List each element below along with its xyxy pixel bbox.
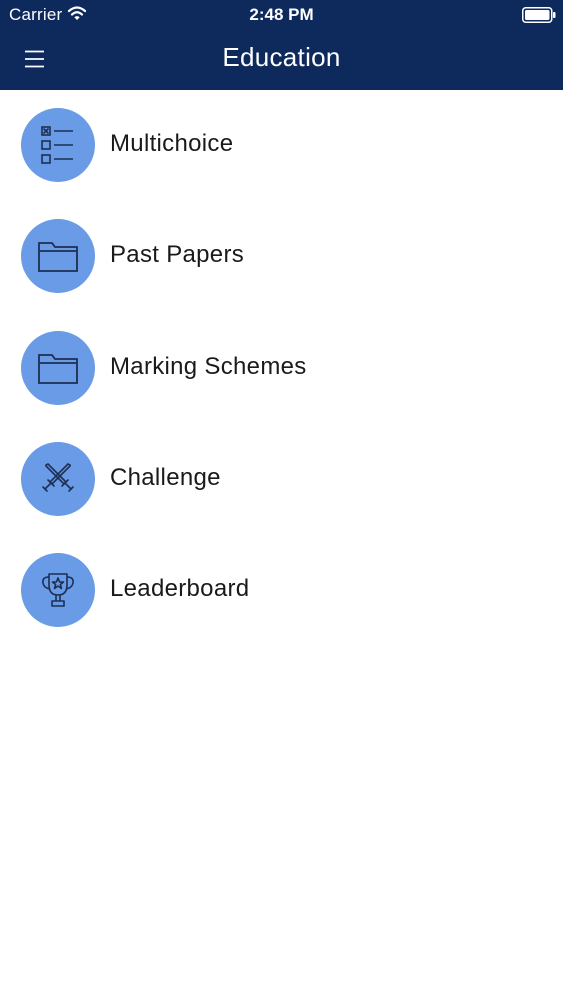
menu-item-past-papers[interactable]: Past Papers: [0, 201, 563, 312]
menu-item-leaderboard[interactable]: Leaderboard: [0, 535, 563, 646]
menu-list: Multichoice Past Papers Marking Schemes: [0, 90, 563, 646]
menu-item-marking-schemes[interactable]: Marking Schemes: [0, 313, 563, 424]
folder-icon: [21, 330, 95, 405]
menu-item-label: Marking Schemes: [110, 352, 307, 380]
status-bar: Carrier 2:48 PM: [0, 0, 563, 30]
battery-icon: [522, 7, 556, 23]
checklist-icon: [21, 108, 95, 182]
folder-icon: [21, 219, 95, 294]
menu-item-label: Challenge: [110, 463, 221, 491]
page-title: Education: [222, 42, 341, 72]
navigation-bar: Education: [0, 30, 563, 90]
trophy-icon: [21, 553, 95, 628]
menu-item-challenge[interactable]: Challenge: [0, 424, 563, 535]
menu-item-multichoice[interactable]: Multichoice: [0, 90, 563, 201]
menu-item-label: Leaderboard: [110, 575, 250, 603]
top-bar: Carrier 2:48 PM Education: [0, 0, 563, 90]
crossed-swords-icon: [21, 441, 95, 516]
menu-item-label: Multichoice: [110, 130, 234, 157]
status-time: 2:48 PM: [249, 5, 314, 24]
menu-item-label: Past Papers: [110, 241, 245, 269]
